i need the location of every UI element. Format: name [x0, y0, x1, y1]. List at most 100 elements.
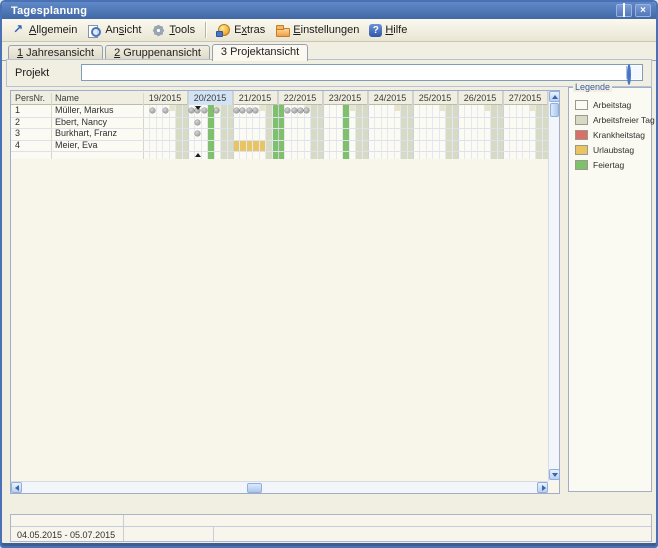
- toolbar-button-hilfe[interactable]: ?Hilfe: [364, 23, 412, 38]
- vertical-scrollbar[interactable]: [548, 91, 559, 481]
- tab-jahresansicht[interactable]: 1 Jahresansicht: [8, 45, 103, 60]
- toolbar-button-tools[interactable]: Tools: [146, 22, 200, 39]
- gear-icon: [151, 23, 166, 38]
- title-bar: Tagesplanung ×: [2, 2, 656, 19]
- week-header[interactable]: 24/2015: [368, 91, 413, 105]
- restore-icon: [623, 3, 625, 17]
- column-separator: [143, 93, 144, 159]
- extras-icon: [216, 23, 231, 38]
- row-name[interactable]: Burkhart, Franz: [55, 128, 117, 140]
- row-gridline: [11, 151, 548, 152]
- week-header[interactable]: 21/2015: [233, 91, 278, 105]
- column-header-persnr: PersNr.: [15, 93, 45, 103]
- week-header[interactable]: 22/2015: [278, 91, 323, 105]
- row-gridline: [11, 117, 548, 118]
- project-dropdown-button[interactable]: [626, 66, 641, 79]
- toolbar-button-label: Ansicht: [105, 24, 141, 36]
- appointment-dot[interactable]: [202, 108, 207, 113]
- appointment-dot[interactable]: [234, 108, 239, 113]
- settings-icon: [275, 23, 290, 38]
- close-button[interactable]: ×: [635, 4, 651, 17]
- appointment-dot[interactable]: [292, 108, 297, 113]
- week-gridline: [278, 91, 279, 159]
- row-persnr: 1: [15, 105, 20, 117]
- magnifier-icon: [87, 23, 102, 38]
- toolbar-button-label: Hilfe: [385, 24, 407, 36]
- legend-swatch-holiday: [575, 160, 588, 170]
- appointment-dot[interactable]: [189, 108, 194, 113]
- chevron-up-icon: [552, 95, 558, 99]
- scroll-left-button[interactable]: [11, 482, 22, 493]
- status-divider-v3: [213, 526, 214, 541]
- tab-projektansicht[interactable]: 3 Projektansicht: [212, 44, 308, 61]
- week-header[interactable]: 27/2015: [503, 91, 548, 105]
- appointment-dot[interactable]: [247, 108, 252, 113]
- week-header[interactable]: 26/2015: [458, 91, 503, 105]
- status-bar: 04.05.2015 - 05.07.2015: [10, 514, 652, 542]
- scroll-right-button[interactable]: [537, 482, 548, 493]
- week-gridline: [233, 91, 234, 159]
- row-gridline: [11, 128, 548, 129]
- legend-label-free: Arbeitsfreier Tag: [593, 115, 655, 125]
- column-separator: [51, 93, 52, 159]
- toolbar-separator: [205, 22, 206, 38]
- legend-label-work: Arbeitstag: [593, 100, 631, 110]
- column-header-name: Name: [55, 93, 79, 103]
- tagesplanung-window: Tagesplanung × Allgemein Ansicht Tools Extr…: [0, 0, 658, 548]
- legend-swatch-work: [575, 100, 588, 110]
- legend-swatch-sick: [575, 130, 588, 140]
- status-divider-h: [11, 526, 651, 527]
- legend-title: Legende: [573, 82, 612, 92]
- arrow-up-right-icon: [11, 23, 26, 38]
- legend-swatch-free: [575, 115, 588, 125]
- legend-label-sick: Krankheitstag: [593, 130, 645, 140]
- project-strip: Projekt: [6, 59, 652, 87]
- week-header[interactable]: 23/2015: [323, 91, 368, 105]
- week-gridline: [323, 91, 324, 159]
- scroll-down-button[interactable]: [549, 469, 560, 480]
- window-title: Tagesplanung: [7, 5, 87, 17]
- toolbar-button-allgemein[interactable]: Allgemein: [6, 22, 82, 39]
- row-name[interactable]: Müller, Markus: [55, 105, 114, 117]
- menu-toolbar: Allgemein Ansicht Tools Extras Einstellungen…: [2, 19, 656, 42]
- horizontal-scroll-thumb[interactable]: [247, 483, 262, 493]
- toolbar-button-label: Tools: [169, 24, 195, 36]
- scroll-up-button[interactable]: [549, 91, 560, 102]
- week-gridline: [413, 91, 414, 159]
- window-controls: ×: [616, 4, 651, 17]
- legend-swatch-vacation: [575, 145, 588, 155]
- horizontal-scrollbar[interactable]: [11, 481, 548, 493]
- week-header[interactable]: 25/2015: [413, 91, 458, 105]
- tab-gruppenansicht[interactable]: 2 Gruppenansicht: [105, 45, 210, 60]
- row-name[interactable]: Ebert, Nancy: [55, 117, 107, 129]
- dropdown-icon: [627, 64, 631, 85]
- project-combobox[interactable]: [81, 64, 643, 81]
- status-divider-v2: [123, 526, 124, 541]
- today-marker-top: [195, 106, 201, 110]
- toolbar-button-ansicht[interactable]: Ansicht: [82, 22, 146, 39]
- grid-header-row: PersNr.Name19/201520/201521/201522/20152…: [11, 91, 548, 105]
- restore-button[interactable]: [616, 4, 632, 17]
- row-persnr: 4: [15, 140, 20, 152]
- week-header[interactable]: 20/2015: [188, 91, 233, 105]
- week-gridline: [368, 91, 369, 159]
- appointment-dot[interactable]: [195, 120, 200, 125]
- schedule-grid[interactable]: PersNr.Name19/201520/201521/201522/20152…: [10, 90, 560, 494]
- week-header[interactable]: 19/2015: [143, 91, 188, 105]
- row-gridline: [11, 140, 548, 141]
- legend-label-holiday: Feiertag: [593, 160, 624, 170]
- toolbar-button-einstellungen[interactable]: Einstellungen: [270, 22, 364, 39]
- toolbar-button-label: Extras: [234, 24, 265, 36]
- chevron-right-icon: [542, 485, 546, 491]
- chevron-left-icon: [15, 485, 19, 491]
- week-gridline: [503, 91, 504, 159]
- project-label: Projekt: [15, 67, 49, 79]
- toolbar-button-label: Allgemein: [29, 24, 77, 36]
- legend-panel: Legende ArbeitstagArbeitsfreier TagKrank…: [568, 87, 652, 492]
- toolbar-button-extras[interactable]: Extras: [211, 22, 270, 39]
- vertical-scroll-thumb[interactable]: [550, 103, 559, 117]
- toolbar-button-label: Einstellungen: [293, 24, 359, 36]
- row-persnr: 2: [15, 117, 20, 129]
- row-name[interactable]: Meier, Eva: [55, 140, 98, 152]
- today-marker-bottom: [195, 153, 201, 157]
